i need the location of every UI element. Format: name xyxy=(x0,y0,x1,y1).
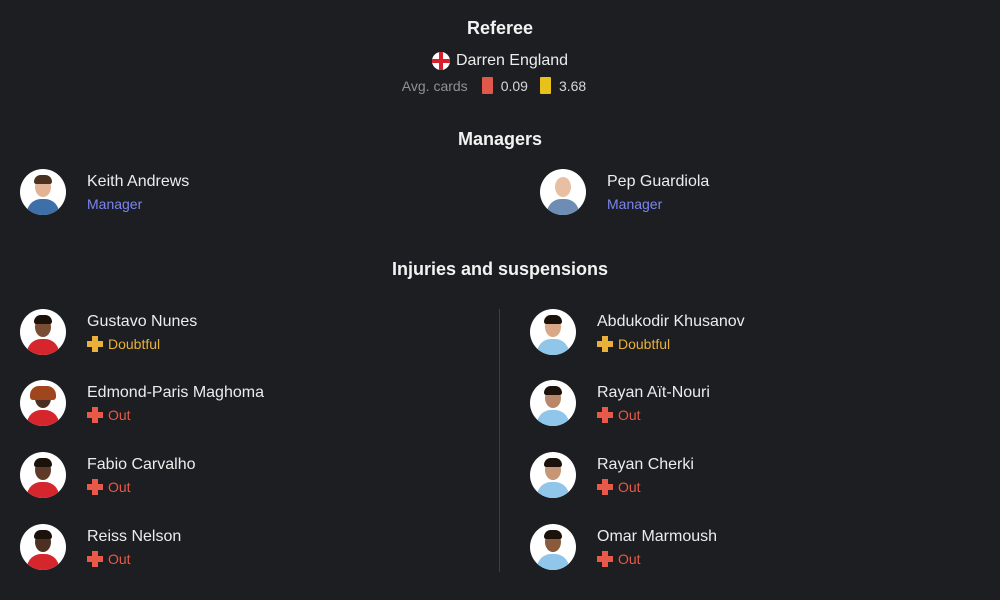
player-avatar xyxy=(20,309,66,355)
player-avatar xyxy=(20,452,66,498)
player-name: Omar Marmoush xyxy=(597,527,718,545)
player-avatar xyxy=(530,380,576,426)
manager-away[interactable]: Pep Guardiola Manager xyxy=(540,169,709,215)
out-icon xyxy=(597,406,613,423)
out-icon xyxy=(597,478,613,495)
player-status: Out xyxy=(87,550,181,568)
player-name: Reiss Nelson xyxy=(87,527,182,545)
injuries-section-title: Injuries and suspensions xyxy=(391,259,609,279)
referee-name[interactable]: Darren England xyxy=(456,52,568,70)
player-name: Edmond-Paris Maghoma xyxy=(87,383,264,401)
player-name: Fabio Carvalho xyxy=(87,455,196,473)
out-icon xyxy=(87,550,103,567)
player-avatar xyxy=(530,524,576,570)
player-name: Rayan Aït-Nouri xyxy=(597,383,710,401)
injured-player-home[interactable]: Edmond-Paris Maghoma Out xyxy=(20,380,264,426)
player-avatar xyxy=(20,380,66,426)
manager-name: Pep Guardiola xyxy=(607,172,710,190)
manager-avatar xyxy=(20,169,66,215)
player-status: Out xyxy=(87,406,264,424)
managers-section-title: Managers xyxy=(457,129,543,149)
injured-player-away[interactable]: Rayan Aït-Nouri Out xyxy=(530,380,710,426)
out-icon xyxy=(597,550,613,567)
player-name: Gustavo Nunes xyxy=(87,312,198,330)
injured-player-away[interactable]: Omar Marmoush Out xyxy=(530,524,717,570)
column-divider xyxy=(499,309,500,572)
red-cards-value: 0.09 xyxy=(500,77,528,94)
england-flag-icon xyxy=(431,52,450,70)
injured-player-home[interactable]: Reiss Nelson Out xyxy=(20,524,181,570)
player-avatar xyxy=(530,309,576,355)
player-status: Out xyxy=(87,478,196,496)
player-name: Abdukodir Khusanov xyxy=(597,312,745,330)
yellow-card-icon xyxy=(539,77,551,94)
referee-row: Darren England xyxy=(0,52,1000,70)
referee-avg-cards: Avg. cards 0.09 3.68 xyxy=(0,77,1000,94)
doubtful-icon xyxy=(597,335,613,352)
injured-player-home[interactable]: Fabio Carvalho Out xyxy=(20,452,196,498)
player-avatar xyxy=(20,524,66,570)
referee-section-title: Referee xyxy=(466,18,534,38)
player-status: Out xyxy=(597,478,694,496)
player-status: Doubtful xyxy=(597,335,745,353)
injured-player-away[interactable]: Rayan Cherki Out xyxy=(530,452,694,498)
manager-avatar xyxy=(540,169,586,215)
injured-player-away[interactable]: Abdukodir Khusanov Doubtful xyxy=(530,309,745,355)
out-icon xyxy=(87,478,103,495)
player-status: Out xyxy=(597,406,710,424)
injured-player-home[interactable]: Gustavo Nunes Doubtful xyxy=(20,309,197,355)
avg-cards-label: Avg. cards xyxy=(401,77,468,94)
player-name: Rayan Cherki xyxy=(597,455,694,473)
manager-role: Manager xyxy=(607,195,663,212)
out-icon xyxy=(87,406,103,423)
doubtful-icon xyxy=(87,335,103,352)
manager-name: Keith Andrews xyxy=(87,172,190,190)
red-card-icon xyxy=(481,77,493,94)
manager-home[interactable]: Keith Andrews Manager xyxy=(20,169,189,215)
player-status: Out xyxy=(597,550,717,568)
player-avatar xyxy=(530,452,576,498)
player-status: Doubtful xyxy=(87,335,197,353)
yellow-cards-value: 3.68 xyxy=(558,77,587,94)
manager-role: Manager xyxy=(87,195,143,212)
